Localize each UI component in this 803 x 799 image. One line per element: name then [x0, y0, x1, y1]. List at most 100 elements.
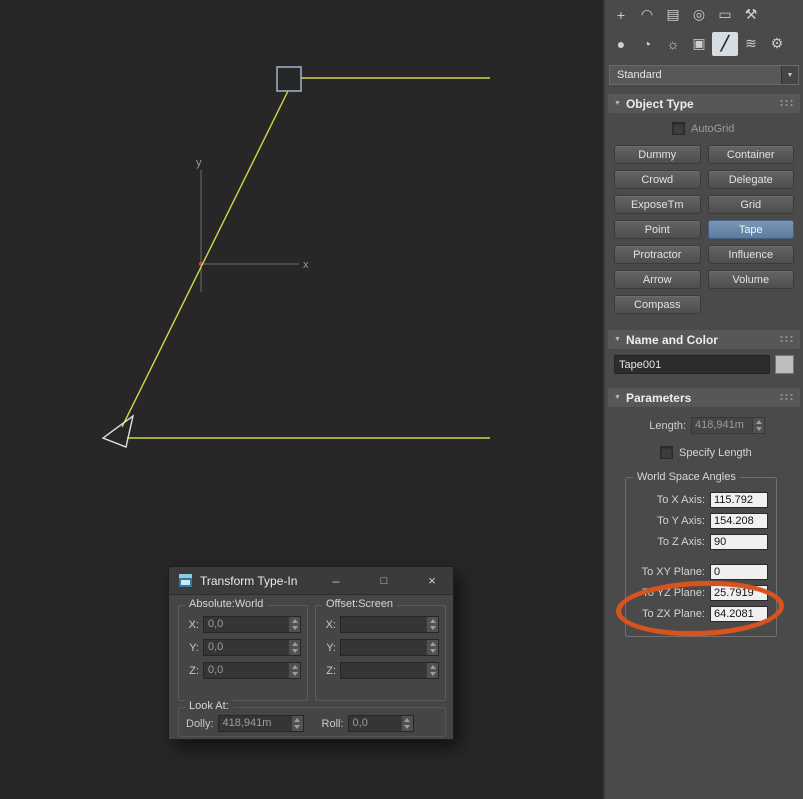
rollout-arrow-icon: ▼: [614, 336, 621, 343]
application-window: y x + ◠ ▤ ◎ ▭ ⚒ ● ◔ ☼ ▣ ╱ ≋ ⚙ Standard ▼…: [0, 0, 803, 799]
angle-row: To YZ Plane: 25.7919: [634, 585, 768, 601]
dolly-label: Dolly:: [186, 717, 214, 730]
utilities-panel-icon[interactable]: ⚒: [738, 3, 764, 27]
tape-start-marker[interactable]: [276, 66, 302, 92]
off-z-spinner[interactable]: [426, 663, 438, 678]
abs-y-field[interactable]: 0,0: [203, 639, 301, 656]
autogrid-checkbox[interactable]: [672, 122, 685, 135]
to-z-axis-field[interactable]: 90: [710, 534, 768, 550]
dolly-field[interactable]: 418,941m: [217, 715, 304, 732]
to-xy-plane-label: To XY Plane:: [641, 566, 705, 578]
abs-z-value[interactable]: 0,0: [204, 663, 288, 678]
compass-button[interactable]: Compass: [614, 295, 701, 314]
x-label: X:: [188, 618, 199, 631]
close-icon[interactable]: ×: [421, 573, 443, 588]
length-value[interactable]: 418,941m: [692, 418, 752, 433]
abs-y-spinner[interactable]: [288, 640, 300, 655]
specify-length-row: Specify Length: [608, 434, 800, 461]
y-label: Y:: [326, 641, 336, 654]
arrow-button[interactable]: Arrow: [614, 270, 701, 289]
to-x-axis-label: To X Axis:: [656, 494, 705, 506]
display-panel-icon[interactable]: ▭: [712, 3, 738, 27]
exposetm-button[interactable]: ExposeTm: [614, 195, 701, 214]
cameras-category-icon[interactable]: ▣: [686, 32, 712, 56]
z-label: Z:: [326, 664, 336, 677]
tape-button[interactable]: Tape: [707, 220, 794, 239]
roll-field[interactable]: 0,0: [347, 715, 414, 732]
protractor-button[interactable]: Protractor: [614, 245, 701, 264]
dummy-button[interactable]: Dummy: [614, 145, 701, 164]
length-spinner[interactable]: [752, 418, 764, 433]
specify-length-checkbox[interactable]: [660, 446, 673, 459]
axis-x-label: x: [303, 259, 309, 271]
abs-z-field[interactable]: 0,0: [203, 662, 301, 679]
dialog-titlebar[interactable]: Transform Type-In – □ ×: [169, 567, 453, 595]
spacewarps-category-icon[interactable]: ≋: [738, 32, 764, 56]
hierarchy-panel-icon[interactable]: ▤: [660, 3, 686, 27]
abs-x-field[interactable]: 0,0: [203, 616, 301, 633]
chevron-down-icon[interactable]: ▼: [781, 66, 798, 84]
grid-button[interactable]: Grid: [707, 195, 794, 214]
dolly-value[interactable]: 418,941m: [219, 716, 291, 731]
tape-diagonal-line[interactable]: [121, 90, 289, 428]
to-yz-plane-field[interactable]: 25.7919: [710, 585, 768, 601]
parameters-rollout-header[interactable]: ▼ Parameters: [608, 388, 800, 407]
geometry-category-icon[interactable]: ●: [608, 32, 634, 56]
off-z-field[interactable]: [340, 662, 439, 679]
off-y-spinner[interactable]: [426, 640, 438, 655]
helper-type-dropdown[interactable]: Standard ▼: [609, 65, 799, 85]
abs-y-value[interactable]: 0,0: [204, 640, 288, 655]
y-label: Y:: [189, 641, 199, 654]
off-y-row: Y:: [322, 639, 439, 656]
name-color-rollout-header[interactable]: ▼ Name and Color: [608, 330, 800, 349]
to-x-axis-field[interactable]: 115.792: [710, 492, 768, 508]
point-button[interactable]: Point: [614, 220, 701, 239]
angle-row: To ZX Plane: 64.2081: [634, 606, 768, 622]
tape-end-arrowhead[interactable]: [101, 414, 135, 448]
influence-button[interactable]: Influence: [707, 245, 794, 264]
angle-row: To Z Axis: 90: [634, 534, 768, 550]
maximize-icon[interactable]: □: [373, 575, 395, 587]
transform-type-in-dialog[interactable]: Transform Type-In – □ × Absolute:World X…: [168, 566, 454, 740]
modify-panel-icon[interactable]: ◠: [634, 3, 660, 27]
motion-panel-icon[interactable]: ◎: [686, 3, 712, 27]
off-z-value[interactable]: [341, 663, 426, 678]
to-y-axis-label: To Y Axis:: [657, 515, 705, 527]
abs-y-row: Y: 0,0: [185, 639, 301, 656]
angle-row: To X Axis: 115.792: [634, 492, 768, 508]
off-x-spinner[interactable]: [426, 617, 438, 632]
length-spinner-field[interactable]: 418,941m: [691, 417, 765, 434]
offset-screen-title: Offset:Screen: [322, 598, 398, 610]
abs-z-spinner[interactable]: [288, 663, 300, 678]
to-y-axis-field[interactable]: 154.208: [710, 513, 768, 529]
to-zx-plane-label: To ZX Plane:: [642, 608, 705, 620]
volume-button[interactable]: Volume: [707, 270, 794, 289]
abs-x-spinner[interactable]: [288, 617, 300, 632]
object-name-input[interactable]: [614, 355, 770, 374]
abs-x-value[interactable]: 0,0: [204, 617, 288, 632]
off-x-value[interactable]: [341, 617, 426, 632]
crowd-button[interactable]: Crowd: [614, 170, 701, 189]
off-y-field[interactable]: [340, 639, 439, 656]
off-y-value[interactable]: [341, 640, 426, 655]
shapes-category-icon[interactable]: ◔: [634, 32, 660, 56]
roll-value[interactable]: 0,0: [349, 716, 401, 731]
group-title: World Space Angles: [633, 471, 740, 483]
minimize-icon[interactable]: –: [325, 574, 347, 588]
systems-category-icon[interactable]: ⚙: [764, 32, 790, 56]
roll-label: Roll:: [321, 717, 344, 730]
dolly-spinner[interactable]: [290, 716, 303, 731]
to-xy-plane-field[interactable]: 0: [710, 564, 768, 580]
object-type-rollout-header[interactable]: ▼ Object Type: [608, 94, 800, 113]
off-x-field[interactable]: [340, 616, 439, 633]
object-color-swatch[interactable]: [775, 355, 794, 374]
axis-y-label: y: [196, 157, 202, 169]
helpers-category-icon[interactable]: ╱: [712, 31, 738, 56]
container-button[interactable]: Container: [707, 145, 794, 164]
delegate-button[interactable]: Delegate: [707, 170, 794, 189]
lights-category-icon[interactable]: ☼: [660, 32, 686, 56]
roll-spinner[interactable]: [400, 716, 413, 731]
create-panel-icon[interactable]: +: [608, 3, 634, 27]
specify-length-label: Specify Length: [679, 446, 752, 459]
to-zx-plane-field[interactable]: 64.2081: [710, 606, 768, 622]
